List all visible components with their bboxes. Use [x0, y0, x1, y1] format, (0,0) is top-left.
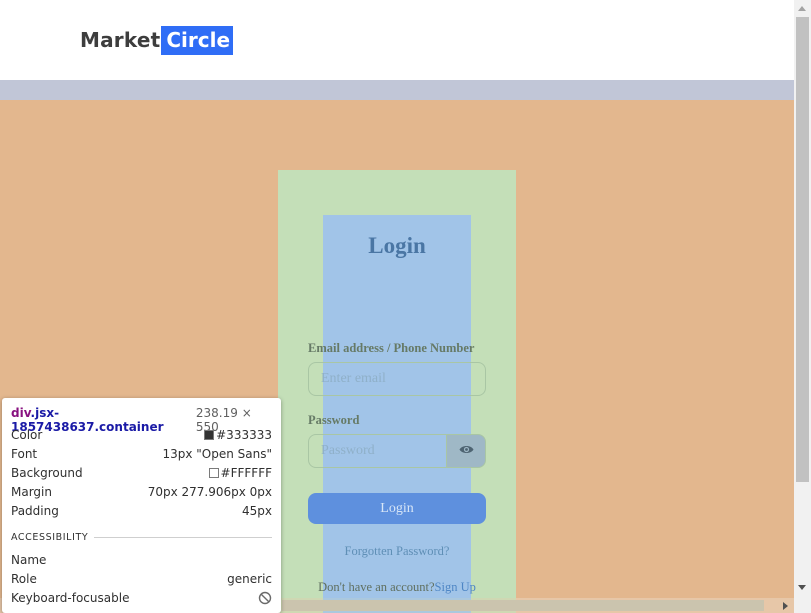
signup-row: Don't have an account?Sign Up	[278, 580, 516, 595]
color-swatch	[208, 468, 219, 478]
style-row-color: Color #333333	[11, 428, 272, 442]
selector-tag: div	[11, 406, 31, 420]
forgot-password-link[interactable]: Forgotten Password?	[278, 544, 516, 559]
style-value: 70px 277.906px 0px	[147, 485, 272, 499]
scrollbar-corner	[794, 598, 811, 613]
style-row-font: Font 13px "Open Sans"	[11, 447, 272, 461]
color-swatch	[204, 430, 215, 440]
password-label: Password	[308, 413, 360, 427]
email-input[interactable]	[308, 362, 486, 396]
section-divider	[94, 537, 272, 538]
market-circle-logo[interactable]: Market Circle	[80, 26, 234, 55]
style-value: 45px	[242, 504, 272, 518]
signup-prompt: Don't have an account?	[318, 580, 435, 594]
eye-icon	[459, 442, 474, 460]
signup-link[interactable]: Sign Up	[435, 580, 476, 594]
login-button[interactable]: Login	[308, 493, 486, 524]
style-row-padding: Padding 45px	[11, 504, 272, 518]
scroll-down-arrow-icon[interactable]	[798, 585, 806, 590]
login-title: Login	[368, 233, 426, 258]
style-label: Margin	[11, 485, 52, 499]
a11y-value: generic	[227, 572, 272, 586]
vertical-scrollbar-thumb[interactable]	[796, 17, 809, 482]
style-row-background: Background #FFFFFF	[11, 466, 272, 480]
logo-text-circle: Circle	[161, 26, 234, 55]
accessibility-section-header: ACCESSIBILITY	[11, 532, 272, 543]
a11y-row-role: Role generic	[11, 572, 272, 586]
style-value: #333333	[204, 428, 272, 442]
not-allowed-icon	[258, 591, 272, 605]
style-row-margin: Margin 70px 277.906px 0px	[11, 485, 272, 499]
a11y-row-keyboard-focusable: Keyboard-focusable	[11, 591, 272, 605]
show-password-button[interactable]	[446, 434, 486, 468]
a11y-label: Name	[11, 553, 47, 567]
password-input[interactable]	[308, 434, 447, 468]
vertical-scrollbar[interactable]	[794, 0, 811, 598]
section-title: ACCESSIBILITY	[11, 532, 89, 543]
devtools-inspect-tooltip: div.jsx-1857438637.container 238.19 × 55…	[2, 398, 281, 613]
style-label: Background	[11, 466, 83, 480]
scroll-up-arrow-icon[interactable]	[798, 6, 806, 11]
style-label: Color	[11, 428, 43, 442]
color-value: #333333	[216, 428, 272, 442]
logo-text-market: Market	[80, 28, 161, 52]
style-value: #FFFFFF	[208, 466, 272, 480]
a11y-row-name: Name	[11, 553, 272, 567]
style-label: Padding	[11, 504, 59, 518]
site-header: Market Circle	[0, 0, 794, 80]
a11y-label: Role	[11, 572, 37, 586]
scroll-right-arrow-icon[interactable]	[783, 602, 788, 610]
horizontal-scrollbar-thumb[interactable]	[282, 600, 764, 611]
email-label: Email address / Phone Number	[308, 341, 475, 355]
style-value: 13px "Open Sans"	[162, 447, 272, 461]
a11y-label: Keyboard-focusable	[11, 591, 130, 605]
background-value: #FFFFFF	[220, 466, 272, 480]
margin-overlay-top	[0, 80, 794, 100]
style-label: Font	[11, 447, 38, 461]
